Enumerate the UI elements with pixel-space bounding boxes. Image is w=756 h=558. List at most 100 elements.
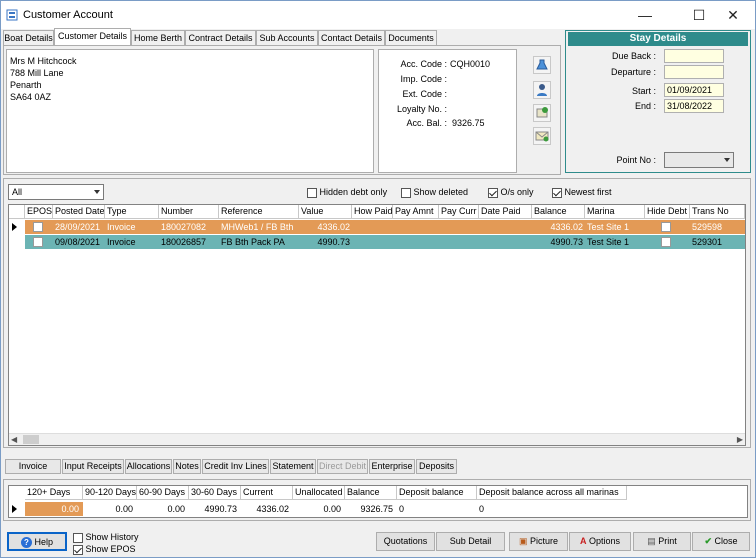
column-header[interactable]: Value xyxy=(299,205,352,219)
tab-invoice[interactable]: Invoice xyxy=(5,459,61,474)
tab-deposits[interactable]: Deposits xyxy=(416,459,457,474)
acc-bal-value: 9326.75 xyxy=(452,118,485,128)
picture-button[interactable]: ▣ Picture xyxy=(509,532,568,551)
show-history-checkbox[interactable]: Show History xyxy=(73,532,139,543)
column-header[interactable]: Trans No xyxy=(690,205,745,219)
hidden-debt-checkbox[interactable]: Hidden debt only xyxy=(307,187,387,198)
column-header[interactable]: Number xyxy=(159,205,219,219)
departure-field[interactable] xyxy=(664,65,724,79)
aging-column-header: Balance xyxy=(345,486,397,500)
tab-input-receipts[interactable]: Input Receipts xyxy=(62,459,124,474)
checkbox-box[interactable] xyxy=(488,187,498,198)
customer-details-panel: Mrs M Hitchcock 788 Mill Lane Penarth SA… xyxy=(3,45,561,175)
edit-button[interactable] xyxy=(533,56,551,74)
tab-allocations[interactable]: Allocations xyxy=(125,459,172,474)
scroll-left-icon[interactable]: ◀ xyxy=(11,435,17,444)
column-header[interactable]: Reference xyxy=(219,205,299,219)
end-date-field[interactable]: 31/08/2022 xyxy=(664,99,724,113)
tab-customer-details[interactable]: Customer Details xyxy=(54,28,131,45)
epos-checkbox[interactable] xyxy=(33,237,43,247)
epos-checkbox[interactable] xyxy=(33,222,43,232)
tab-home-berth[interactable]: Home Berth xyxy=(131,30,185,46)
scroll-right-icon[interactable]: ▶ xyxy=(737,435,743,444)
aging-value: 0.00 xyxy=(323,504,341,514)
column-header[interactable]: How Paid xyxy=(352,205,393,219)
tab-sub-accounts[interactable]: Sub Accounts xyxy=(256,30,318,46)
column-header[interactable]: Pay Curr xyxy=(439,205,479,219)
email-button[interactable] xyxy=(533,127,551,145)
column-header[interactable]: EPOS xyxy=(25,205,53,219)
hide-debt-checkbox[interactable] xyxy=(661,237,671,247)
point-no-combo[interactable] xyxy=(664,152,734,168)
newest-first-label: Newest first xyxy=(564,187,612,197)
quotations-button[interactable]: Quotations xyxy=(376,532,435,551)
chevron-down-icon xyxy=(724,158,730,162)
aging-value: 0 xyxy=(399,504,405,514)
options-button[interactable]: A Options xyxy=(569,532,631,551)
tab-credit-inv-lines[interactable]: Credit Inv Lines xyxy=(202,459,269,474)
person-icon xyxy=(537,84,547,96)
tab-statement[interactable]: Statement xyxy=(270,459,316,474)
close-window-button[interactable]: ✕ xyxy=(711,1,755,29)
minimize-button[interactable]: — xyxy=(623,1,667,29)
column-header[interactable]: Posted Date xyxy=(53,205,105,219)
tab-contract-details[interactable]: Contract Details xyxy=(185,30,256,46)
due-back-field[interactable] xyxy=(664,49,724,63)
hide-debt-checkbox[interactable] xyxy=(661,222,671,232)
app-icon xyxy=(6,9,18,21)
column-header[interactable]: Marina xyxy=(585,205,645,219)
tab-direct-debit[interactable]: Direct Debit xyxy=(317,459,368,474)
departure-label: Departure : xyxy=(610,67,656,77)
table-cell-type: Invoice xyxy=(107,222,136,232)
print-label: Print xyxy=(658,536,677,546)
tab-contact-details[interactable]: Contact Details xyxy=(318,30,385,46)
scroll-thumb[interactable] xyxy=(23,435,39,444)
table-cell-value: 4990.73 xyxy=(317,237,350,247)
tab-documents[interactable]: Documents xyxy=(385,30,437,46)
person-button[interactable] xyxy=(533,81,551,99)
table-cell-type: Invoice xyxy=(107,237,136,247)
checkbox-box[interactable] xyxy=(401,187,411,198)
column-header[interactable]: Hide Debt xyxy=(645,205,690,219)
options-label: Options xyxy=(588,536,621,546)
help-icon: ? xyxy=(20,537,32,549)
os-only-label: O/s only xyxy=(500,187,534,197)
aging-column-header: 120+ Days xyxy=(25,486,83,500)
show-history-label: Show History xyxy=(85,532,139,542)
newest-first-checkbox[interactable]: Newest first xyxy=(552,187,612,198)
aging-value: 0.00 xyxy=(115,504,133,514)
aging-panel: 120+ Days 90-120 Days 60-90 Days 30-60 Days… xyxy=(3,479,751,521)
help-button[interactable]: ? Help xyxy=(7,532,67,551)
address-line-2: 788 Mill Lane xyxy=(10,68,64,78)
checkbox-box[interactable] xyxy=(73,532,83,543)
checkbox-box[interactable] xyxy=(307,187,317,198)
add-note-button[interactable] xyxy=(533,104,551,122)
checkbox-box[interactable] xyxy=(73,544,83,555)
horizontal-scrollbar[interactable]: ◀ ▶ xyxy=(9,433,745,445)
os-only-checkbox[interactable]: O/s only xyxy=(488,187,534,198)
table-cell-balance: 4990.73 xyxy=(550,237,583,247)
show-deleted-checkbox[interactable]: Show deleted xyxy=(401,187,468,198)
sub-detail-button[interactable]: Sub Detail xyxy=(436,532,505,551)
column-header[interactable]: Date Paid xyxy=(479,205,532,219)
filter-combo[interactable]: All xyxy=(8,184,104,200)
checkbox-box[interactable] xyxy=(552,187,562,198)
column-header[interactable]: Type xyxy=(105,205,159,219)
show-epos-checkbox[interactable]: Show EPOS xyxy=(73,544,136,555)
loyalty-label: Loyalty No. : xyxy=(396,104,447,114)
tab-boat-details[interactable]: Boat Details xyxy=(3,30,54,46)
table-cell-posted: 09/08/2021 xyxy=(55,237,101,247)
tab-enterprise[interactable]: Enterprise xyxy=(369,459,415,474)
print-button[interactable]: ▤ Print xyxy=(633,532,691,551)
column-header[interactable]: Pay Amnt xyxy=(393,205,439,219)
ext-code-label: Ext. Code : xyxy=(402,89,447,99)
start-date-field[interactable]: 01/09/2021 xyxy=(664,83,724,97)
close-button[interactable]: ✔ Close xyxy=(692,532,750,551)
tab-notes[interactable]: Notes xyxy=(173,459,201,474)
column-header[interactable]: Balance xyxy=(532,205,585,219)
close-label: Close xyxy=(714,536,738,546)
table-cell-number: 180027082 xyxy=(161,222,207,232)
address-box: Mrs M Hitchcock 788 Mill Lane Penarth SA… xyxy=(6,49,374,173)
table-cell-reference: FB Bth Pack PA xyxy=(221,237,285,247)
hidden-debt-label: Hidden debt only xyxy=(319,187,388,197)
